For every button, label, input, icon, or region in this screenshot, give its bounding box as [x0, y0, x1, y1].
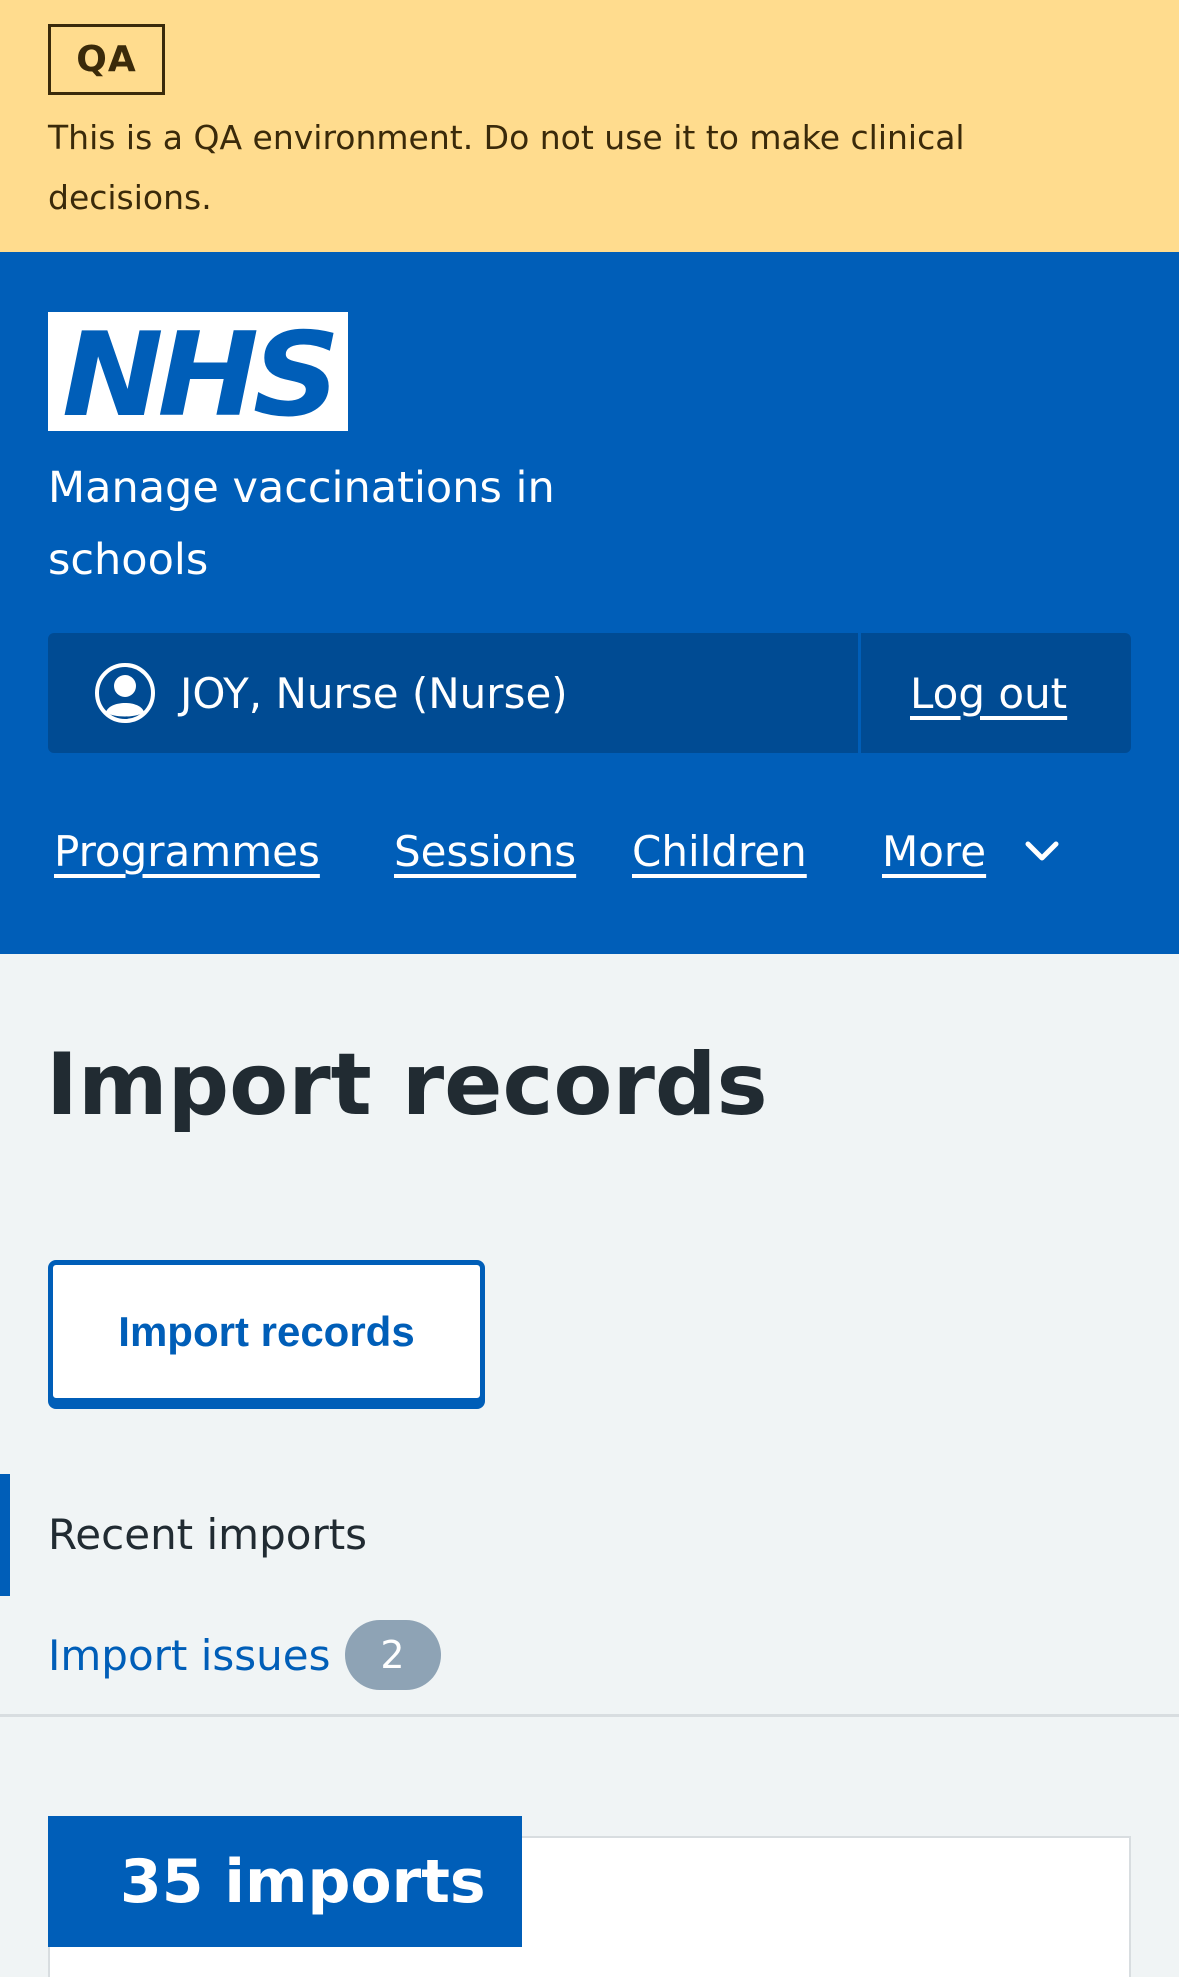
nav-item-programmes[interactable]: Programmes	[54, 812, 320, 892]
secondary-nav-divider	[0, 1714, 1179, 1717]
qa-tag: QA	[48, 24, 165, 95]
import-records-button[interactable]: Import records	[48, 1260, 485, 1403]
nhs-logo-mark: NHS	[48, 312, 348, 431]
current-item-indicator	[0, 1474, 10, 1596]
nav-item-sessions[interactable]: Sessions	[394, 812, 576, 892]
account-user: JOY, Nurse (Nurse)	[48, 633, 858, 753]
secondary-nav-item-recent-imports[interactable]: Recent imports	[48, 1474, 367, 1596]
primary-navigation: Programmes Sessions Children More	[0, 812, 1179, 892]
nav-item-more[interactable]: More	[882, 812, 986, 892]
site-header: NHS Manage vaccinations in schools JOY, …	[0, 252, 1179, 954]
nhs-logo[interactable]: NHS	[48, 312, 348, 431]
import-issues-count-badge: 2	[344, 1620, 441, 1690]
qa-environment-banner: QA This is a QA environment. Do not use …	[0, 0, 1179, 252]
account-divider	[858, 633, 861, 753]
account-bar: JOY, Nurse (Nurse) Log out	[48, 633, 1131, 753]
qa-warning-text: This is a QA environment. Do not use it …	[48, 118, 965, 217]
logout-link[interactable]: Log out	[910, 633, 1067, 753]
logo-lettering: NHS	[62, 312, 334, 431]
nav-item-children[interactable]: Children	[632, 812, 807, 892]
imports-card-heading: 35 imports	[48, 1816, 522, 1947]
service-name[interactable]: Manage vaccinations in schools	[48, 452, 668, 596]
page-title: Import records	[46, 1035, 768, 1135]
chevron-down-icon[interactable]	[1022, 834, 1062, 870]
account-user-name: JOY, Nurse (Nurse)	[180, 668, 568, 718]
secondary-nav-item-import-issues[interactable]: Import issues 2	[48, 1620, 441, 1690]
user-circle-icon	[94, 662, 156, 724]
import-issues-label: Import issues	[48, 1630, 331, 1680]
